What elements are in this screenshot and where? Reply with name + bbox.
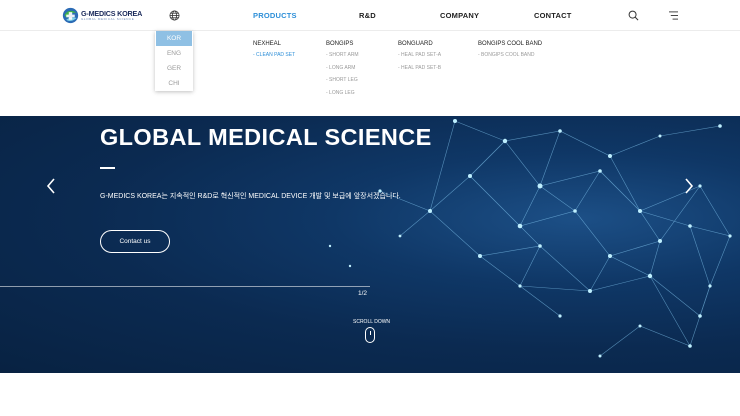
slide-pager: 1/2 bbox=[358, 290, 368, 297]
menu-column-title[interactable]: BONGUARD bbox=[398, 41, 441, 47]
scroll-down-label[interactable]: SCROLL DOWN bbox=[353, 319, 390, 325]
menu-column-nexheal: NEXHEAL - CLEAN PAD SET bbox=[253, 41, 295, 65]
globe-icon[interactable] bbox=[169, 10, 180, 21]
logo-subtitle: GLOBAL MEDICAL SCIENCE bbox=[81, 17, 135, 22]
menu-column-bongips: BONGIPS - SHORT ARM - LONG ARM - SHORT L… bbox=[326, 41, 359, 102]
menu-link[interactable]: - HEAL PAD SET-B bbox=[398, 65, 441, 78]
nav-products[interactable]: PRODUCTS bbox=[253, 11, 297, 20]
hero-title: GLOBAL MEDICAL SCIENCE bbox=[100, 124, 432, 150]
contact-us-button[interactable]: Contact us bbox=[100, 230, 170, 253]
menu-link[interactable]: - LONG LEG bbox=[326, 90, 359, 103]
chevron-right-icon[interactable] bbox=[684, 178, 694, 194]
menu-link[interactable]: - LONG ARM bbox=[326, 65, 359, 78]
nav-contact[interactable]: CONTACT bbox=[534, 11, 572, 20]
site-header: G-MEDICS KOREA GLOBAL MEDICAL SCIENCE PR… bbox=[0, 0, 740, 31]
nav-rnd[interactable]: R&D bbox=[359, 11, 376, 20]
menu-link[interactable]: - CLEAN PAD SET bbox=[253, 52, 295, 65]
nav-company[interactable]: COMPANY bbox=[440, 11, 479, 20]
hero-description: G-MEDICS KOREA는 지속적인 R&D로 혁신적인 MEDICAL D… bbox=[100, 193, 401, 200]
menu-column-title[interactable]: BONGIPS COOL BAND bbox=[478, 41, 542, 47]
menu-column-bonguard: BONGUARD - HEAL PAD SET-A - HEAL PAD SET… bbox=[398, 41, 441, 77]
menu-link[interactable]: - SHORT ARM bbox=[326, 52, 359, 65]
language-option-chi[interactable]: CHI bbox=[155, 76, 193, 91]
language-option-eng[interactable]: ENG bbox=[155, 46, 193, 61]
menu-column-title[interactable]: NEXHEAL bbox=[253, 41, 295, 47]
logo-text: G-MEDICS KOREA GLOBAL MEDICAL SCIENCE bbox=[81, 10, 142, 21]
menu-column-bongips-cool-band: BONGIPS COOL BAND - BONGIPS COOL BAND bbox=[478, 41, 542, 65]
menu-column-title[interactable]: BONGIPS bbox=[326, 41, 359, 47]
slide-progress-bar bbox=[0, 286, 370, 287]
language-option-kor[interactable]: KOR bbox=[156, 31, 192, 46]
chevron-left-icon[interactable] bbox=[46, 178, 56, 194]
logo-title: G-MEDICS KOREA bbox=[81, 8, 143, 18]
menu-icon[interactable] bbox=[668, 11, 679, 20]
language-dropdown: KOR ENG GER CHI bbox=[155, 31, 193, 91]
menu-link[interactable]: - BONGIPS COOL BAND bbox=[478, 52, 542, 65]
language-option-ger[interactable]: GER bbox=[155, 61, 193, 76]
menu-link[interactable]: - SHORT LEG bbox=[326, 77, 359, 90]
hero-slider: GLOBAL MEDICAL SCIENCE G-MEDICS KOREA는 지… bbox=[0, 116, 740, 373]
menu-link[interactable]: - HEAL PAD SET-A bbox=[398, 52, 441, 65]
mouse-scroll-icon[interactable] bbox=[365, 327, 375, 343]
search-icon[interactable] bbox=[628, 10, 639, 21]
hero-divider bbox=[100, 167, 115, 169]
logo[interactable]: G-MEDICS KOREA GLOBAL MEDICAL SCIENCE bbox=[62, 7, 142, 24]
logo-globe-icon bbox=[62, 7, 79, 24]
products-mega-menu: NEXHEAL - CLEAN PAD SET BONGIPS - SHORT … bbox=[0, 31, 740, 116]
